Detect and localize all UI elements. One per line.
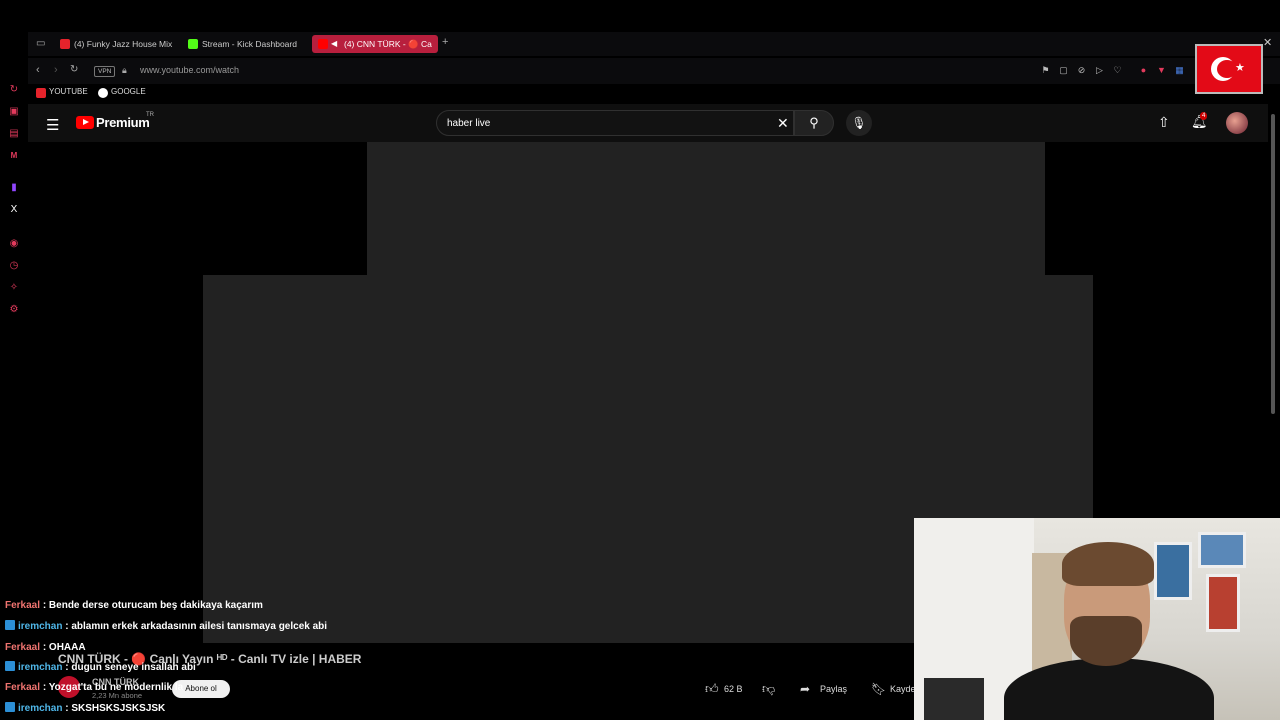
chat-message: Ferkaal : Yozgat'ta bu ne modernlik la (5, 682, 184, 693)
like-count[interactable]: 62 B (724, 679, 743, 699)
avatar[interactable] (1226, 112, 1248, 134)
youtube-tab-icon (60, 39, 70, 49)
tab-bar: ▭ (4) Funky Jazz House Mix Stream - Kick… (0, 32, 1280, 56)
abp-extension-icon[interactable]: ● (1138, 65, 1149, 76)
tab-funky-jazz[interactable]: (4) Funky Jazz House Mix (58, 35, 174, 53)
close-window-icon[interactable]: ✕ (1263, 36, 1272, 49)
speaker-icon[interactable]: ◀ (331, 35, 337, 53)
google-icon (98, 88, 108, 98)
chat-badge-icon (5, 620, 15, 630)
wall-picture (1154, 542, 1192, 600)
search-value: haber live (447, 118, 491, 129)
clear-search-icon[interactable]: ✕ (777, 115, 789, 132)
twitch-icon[interactable]: ▮ (8, 182, 20, 194)
webcam-chair (924, 678, 984, 720)
chat-message: Ferkaal : Bende derse oturucam beş dakik… (5, 600, 263, 611)
m-app-icon[interactable]: M (8, 150, 20, 162)
lock-icon[interactable]: 🔒︎ (122, 65, 127, 76)
share-icon[interactable]: ➦ (800, 679, 810, 699)
chat-message: iremchan : SKSHSKSJSKSJSK (0, 699, 165, 719)
webcam-person-beard (1070, 616, 1142, 666)
player-icon[interactable]: ◉ (8, 238, 20, 250)
youtube-header: ☰ Premium TR haber live ✕ ⚲ 🎙︎ ⇧ 🔔︎ 4 (28, 104, 1268, 142)
video-player-top[interactable] (367, 142, 1045, 275)
share-button[interactable]: Paylaş (820, 679, 847, 699)
region-code: TR (146, 112, 154, 118)
webcam-person-hair (1062, 542, 1154, 586)
save-button[interactable]: Kayde (890, 679, 916, 699)
youtube-icon (36, 88, 46, 98)
chat-badge-icon (5, 702, 15, 712)
wall-picture (1198, 532, 1246, 568)
youtube-premium-logo[interactable]: Premium (96, 115, 150, 130)
webcam-overlay (914, 518, 1280, 720)
chat-message: Ferkaal : OHAAA (5, 642, 86, 653)
extensions-icon[interactable]: ✧ (8, 282, 20, 294)
tab-kick-dashboard[interactable]: Stream - Kick Dashboard (186, 35, 306, 53)
extension-icon[interactable]: ▼ (1156, 65, 1167, 76)
forward-icon[interactable]: › (54, 64, 58, 76)
youtube-tab-icon (318, 39, 328, 49)
history-icon[interactable]: ◷ (8, 260, 20, 272)
chat-badge-icon (5, 661, 15, 671)
bookmark-youtube[interactable]: YOUTUBE (36, 87, 88, 98)
microphone-icon[interactable]: 🎙︎ (846, 110, 872, 136)
vpn-badge[interactable]: VPN (94, 66, 116, 77)
bookmark-icon[interactable]: ⚑ (1040, 65, 1051, 76)
bookmarks-bar: YOUTUBE GOOGLE (28, 84, 1280, 102)
x-icon[interactable]: X (8, 204, 20, 216)
youtube-logo-icon[interactable] (76, 116, 94, 129)
play-icon[interactable]: ▷ (1094, 65, 1105, 76)
tab-cnn-turk[interactable]: ◀ (4) CNN TÜRK - 🔴 Ca (312, 35, 438, 53)
turkish-flag-overlay: ★ (1195, 44, 1263, 94)
star-icon: ★ (1235, 62, 1245, 74)
settings-icon[interactable]: ⚙ (8, 304, 20, 316)
save-icon[interactable]: 🔖︎ (871, 679, 886, 699)
menu-icon[interactable]: ☰ (46, 116, 59, 134)
adblock-icon[interactable]: ⊘ (1076, 65, 1087, 76)
dislike-icon[interactable]: 👎︎ (762, 679, 775, 699)
wallet-icon[interactable]: ▣ (8, 106, 20, 118)
snapshot-icon[interactable]: ▢ (1058, 65, 1069, 76)
shop-icon[interactable]: ▤ (8, 128, 20, 140)
crescent-cutout (1217, 60, 1237, 78)
refresh-icon[interactable]: ↻ (8, 84, 20, 96)
new-tab-button[interactable]: + (442, 36, 448, 48)
chat-message: iremchan : dugun seneye insallah abi (0, 658, 196, 678)
search-button[interactable]: ⚲ (794, 110, 834, 136)
like-icon[interactable]: 👍︎ (705, 679, 719, 699)
search-input[interactable]: haber live ✕ (436, 110, 794, 136)
translate-icon[interactable]: ▦ (1174, 65, 1185, 76)
heart-icon[interactable]: ♡ (1112, 65, 1123, 76)
bookmark-google[interactable]: GOOGLE (98, 87, 146, 98)
wall-picture (1206, 574, 1240, 632)
reload-icon[interactable]: ↻ (70, 64, 78, 75)
chat-message: iremchan : ablamın erkek arkadasının ail… (0, 617, 327, 637)
back-icon[interactable]: ‹ (36, 64, 40, 76)
tab-overview-icon[interactable]: ▭ (36, 38, 45, 49)
kick-tab-icon (188, 39, 198, 49)
url-field[interactable]: www.youtube.com/watch (140, 65, 239, 75)
address-bar: ‹ › ↻ VPN 🔒︎ www.youtube.com/watch ⚑ ▢ ⊘… (28, 58, 1280, 84)
page-scrollbar[interactable] (1271, 114, 1275, 414)
upload-icon[interactable]: ⇧ (1158, 114, 1170, 131)
